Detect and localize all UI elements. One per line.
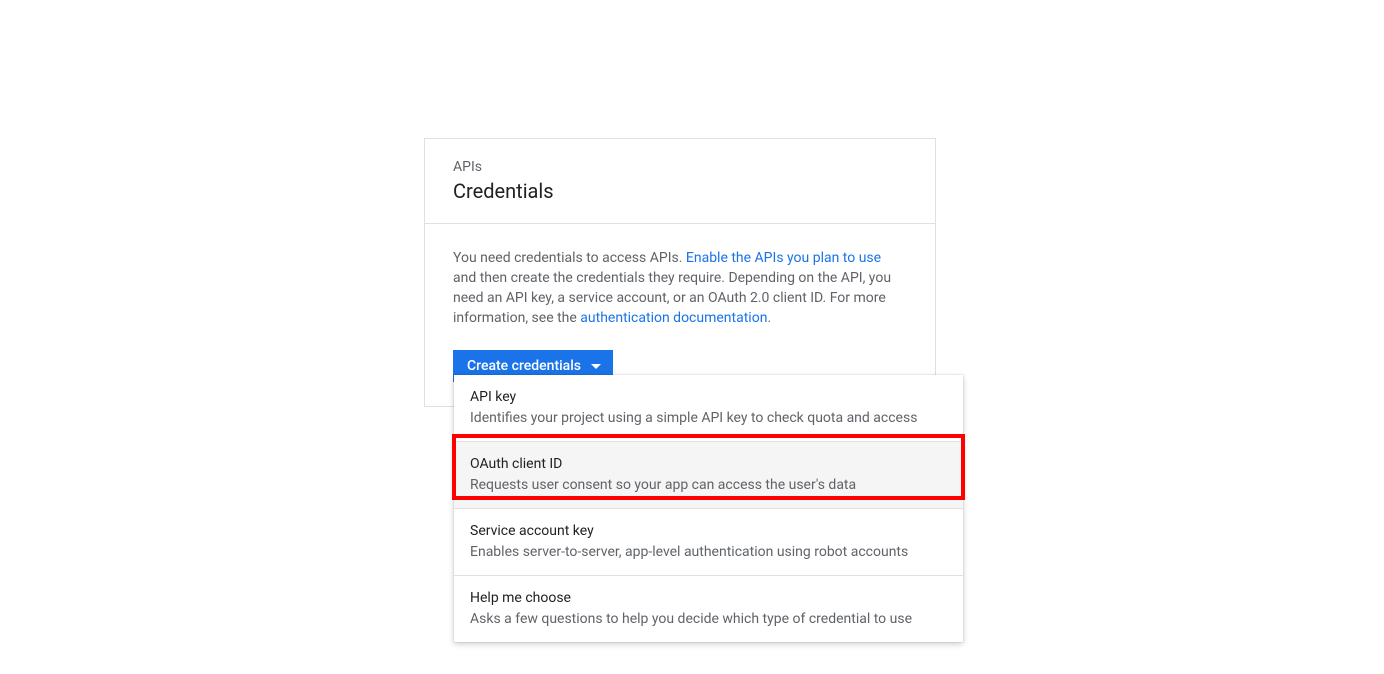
panel-overline: APIs (453, 159, 907, 175)
dropdown-item-desc: Enables server-to-server, app-level auth… (470, 543, 947, 561)
chevron-down-icon (591, 364, 601, 369)
panel-description: You need credentials to access APIs. Ena… (453, 248, 907, 328)
auth-docs-link[interactable]: authentication documentation (580, 310, 767, 326)
enable-apis-link[interactable]: Enable the APIs you plan to use (686, 250, 881, 266)
desc-text-1: You need credentials to access APIs. (453, 250, 686, 266)
panel-title: Credentials (453, 179, 907, 203)
dropdown-item-title: Service account key (470, 523, 947, 539)
credentials-panel: APIs Credentials You need credentials to… (424, 138, 936, 407)
dropdown-item-desc: Asks a few questions to help you decide … (470, 610, 947, 628)
create-credentials-dropdown: API key Identifies your project using a … (454, 375, 963, 642)
dropdown-item-desc: Identifies your project using a simple A… (470, 409, 947, 427)
dropdown-item-title: API key (470, 389, 947, 405)
panel-header: APIs Credentials (425, 139, 935, 224)
dropdown-item-desc: Requests user consent so your app can ac… (470, 476, 947, 494)
dropdown-item-title: Help me choose (470, 590, 947, 606)
create-credentials-label: Create credentials (467, 358, 581, 374)
dropdown-item-help-me-choose[interactable]: Help me choose Asks a few questions to h… (454, 576, 963, 642)
dropdown-item-oauth-client-id[interactable]: OAuth client ID Requests user consent so… (454, 442, 963, 509)
dropdown-item-api-key[interactable]: API key Identifies your project using a … (454, 375, 963, 442)
dropdown-item-service-account-key[interactable]: Service account key Enables server-to-se… (454, 509, 963, 576)
desc-text-3: . (767, 310, 771, 326)
dropdown-item-title: OAuth client ID (470, 456, 947, 472)
